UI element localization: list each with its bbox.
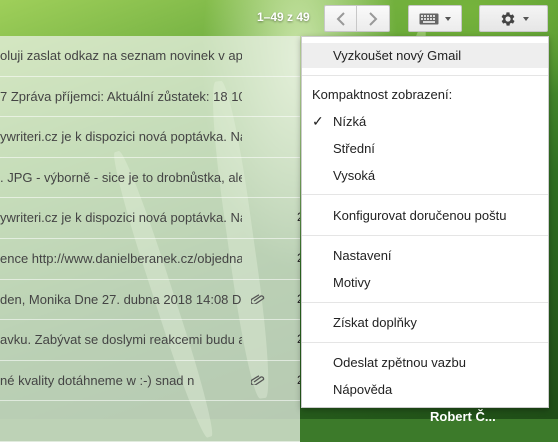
mail-date: 2	[297, 361, 300, 400]
density-header: Kompaktnost zobrazení:	[312, 87, 453, 102]
mail-snippet: den, Monika Dne 27. dubna 2018 14:08 Da	[0, 291, 242, 307]
mail-row[interactable]: né kvality dotáhneme w :-) snad n 2	[0, 360, 300, 402]
menu-item-send-feedback[interactable]: Odeslat zpětnou vazbu	[302, 350, 548, 375]
menu-item-density-low[interactable]: ✓ Nízká	[302, 109, 548, 134]
mail-snippet: 7 Zpráva příjemci: Aktuální zůstatek: 18…	[0, 88, 242, 104]
mail-row[interactable]: avku. Zabývat se doslymi reakcemi budu a…	[0, 320, 300, 361]
gear-icon	[501, 11, 515, 26]
menu-divider	[302, 342, 548, 343]
mail-row[interactable]: ence http://www.danielberanek.cz/objedna…	[0, 238, 300, 280]
mail-snippet: né kvality dotáhneme w :-) snad n	[0, 372, 195, 388]
mail-date: 2	[297, 239, 300, 278]
menu-item-settings[interactable]: Nastavení	[302, 243, 548, 268]
settings-menu: Vyzkoušet nový Gmail Kompaktnost zobraze…	[301, 36, 549, 408]
mail-snippet: ywriteri.cz je k dispozici nová poptávka…	[0, 129, 242, 145]
menu-item-get-addons[interactable]: Získat doplňky	[302, 310, 548, 335]
check-icon: ✓	[312, 113, 324, 129]
newer-button[interactable]	[324, 5, 357, 32]
mail-snippet: ywriteri.cz je k dispozici nová poptávka…	[0, 210, 242, 226]
mail-list: oluji zaslat odkaz na seznam novinek v a…	[0, 36, 300, 442]
keyboard-icon	[419, 13, 439, 24]
mail-row[interactable]: ywriteri.cz je k dispozici nová poptávka…	[0, 117, 300, 158]
menu-item-help[interactable]: Nápověda	[302, 377, 548, 402]
mail-row[interactable]: oluji zaslat odkaz na seznam novinek v a…	[0, 36, 300, 77]
mail-date: 2	[297, 198, 300, 237]
caret-down-icon	[445, 16, 451, 21]
menu-item-configure-inbox[interactable]: Konfigurovat doručenou poštu	[302, 203, 548, 228]
chevron-right-icon	[369, 11, 378, 26]
page-count: 1–49 z 49	[257, 10, 310, 24]
mail-row[interactable]: den, Monika Dne 27. dubna 2018 14:08 Da 2	[0, 279, 300, 321]
density-low-label: Nízká	[333, 114, 367, 129]
mail-snippet: avku. Zabývat se doslymi reakcemi budu a	[0, 332, 242, 348]
mail-row[interactable]: 7 Zpráva příjemci: Aktuální zůstatek: 18…	[0, 76, 300, 118]
paperclip-icon	[251, 293, 265, 304]
menu-item-density-high[interactable]: Vysoká	[302, 163, 548, 188]
paperclip-icon	[251, 374, 265, 385]
input-tools-button[interactable]	[408, 5, 462, 32]
account-name: Robert Č...	[430, 409, 496, 424]
mail-date: 2	[297, 320, 300, 359]
menu-divider	[302, 302, 548, 303]
mail-row[interactable]: ywriteri.cz je k dispozici nová poptávka…	[0, 198, 300, 239]
mail-snippet: ence http://www.danielberanek.cz/objedna…	[0, 250, 242, 266]
menu-divider	[302, 194, 548, 195]
mail-snippet: . JPG - výborně - sice je to drobnůstka,…	[0, 169, 242, 185]
older-button[interactable]	[357, 5, 390, 32]
mail-date: 2	[297, 280, 300, 319]
menu-item-density-mid[interactable]: Střední	[302, 136, 548, 161]
caret-down-icon	[522, 16, 529, 21]
chevron-left-icon	[336, 11, 345, 26]
mail-row[interactable]	[0, 401, 300, 442]
menu-item-try-new-gmail[interactable]: Vyzkoušet nový Gmail	[302, 43, 548, 68]
mail-row[interactable]: . JPG - výborně - sice je to drobnůstka,…	[0, 157, 300, 199]
menu-divider	[302, 235, 548, 236]
settings-gear-button[interactable]	[479, 5, 548, 32]
mail-snippet: oluji zaslat odkaz na seznam novinek v a…	[0, 48, 242, 63]
menu-item-themes[interactable]: Motivy	[302, 270, 548, 295]
menu-divider	[302, 75, 548, 76]
